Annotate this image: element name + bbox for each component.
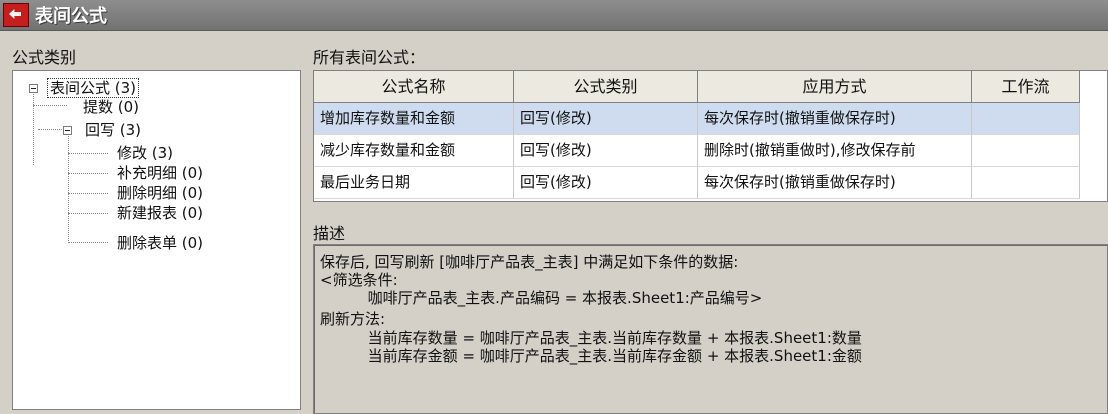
column-header-workflow[interactable]: 工作流 <box>972 71 1080 103</box>
description-line: <筛选条件: <box>320 271 398 289</box>
cell-name: 增加库存数量和金额 <box>314 103 514 135</box>
cell-category: 回写(修改) <box>514 167 698 199</box>
tree-item-writeback[interactable]: 回写 (3) <box>85 121 141 139</box>
tree-item-fetch[interactable]: 提数 (0) <box>83 98 139 116</box>
tree-item-modify[interactable]: 修改 (3) <box>117 144 173 162</box>
cell-name: 减少库存数量和金额 <box>314 135 514 167</box>
table-row[interactable]: 减少库存数量和金额 回写(修改) 删除时(撤销重做时),修改保存前 <box>314 135 1080 167</box>
column-header-name[interactable]: 公式名称 <box>314 71 514 103</box>
app-logo-icon[interactable] <box>3 3 29 27</box>
cell-workflow <box>972 135 1080 167</box>
description-label: 描述 <box>313 224 346 243</box>
collapse-toggle-root[interactable] <box>29 84 38 93</box>
cell-workflow <box>972 167 1080 199</box>
table-row[interactable]: 最后业务日期 回写(修改) 每次保存时(撤销重做保存时) <box>314 167 1080 199</box>
cell-category: 回写(修改) <box>514 103 698 135</box>
cell-workflow <box>972 103 1080 135</box>
window-title: 表间公式 <box>35 6 107 27</box>
cell-name: 最后业务日期 <box>314 167 514 199</box>
description-line: 刷新方法: <box>320 310 386 328</box>
tree-item-delete-form[interactable]: 删除表单 (0) <box>117 234 203 252</box>
cell-mode: 每次保存时(撤销重做保存时) <box>698 103 972 135</box>
cell-category: 回写(修改) <box>514 135 698 167</box>
tree-item-add-detail[interactable]: 补充明细 (0) <box>117 164 203 182</box>
tree-item-delete-detail[interactable]: 删除明细 (0) <box>117 184 203 202</box>
description-line: 保存后, 回写刷新 [咖啡厅产品表_主表] 中满足如下条件的数据: <box>320 253 739 271</box>
category-label: 公式类别 <box>12 48 77 67</box>
description-box[interactable]: 保存后, 回写刷新 [咖啡厅产品表_主表] 中满足如下条件的数据: <筛选条件:… <box>313 244 1108 414</box>
tree-item-root[interactable]: 表间公式 (3) <box>47 78 140 98</box>
title-bar: 表间公式 <box>0 0 1108 31</box>
table-header: 公式名称 公式类别 应用方式 工作流 <box>314 71 1080 103</box>
cell-mode: 删除时(撤销重做时),修改保存前 <box>698 135 972 167</box>
table-row[interactable]: 增加库存数量和金额 回写(修改) 每次保存时(撤销重做保存时) <box>314 103 1080 135</box>
category-tree[interactable]: 表间公式 (3) 提数 (0) 回写 (3) 修改 (3) 补充明细 (0) 删… <box>12 70 301 410</box>
column-header-mode[interactable]: 应用方式 <box>698 71 972 103</box>
tree-item-new-report[interactable]: 新建报表 (0) <box>117 204 203 222</box>
description-line: 当前库存数量 = 咖啡厅产品表_主表.当前库存数量 + 本报表.Sheet1:数… <box>320 329 862 347</box>
formula-table: 公式名称 公式类别 应用方式 工作流 增加库存数量和金额 回写(修改) 每次保存… <box>313 70 1108 202</box>
description-line: 咖啡厅产品表_主表.产品编码 = 本报表.Sheet1:产品编号> <box>320 289 763 307</box>
column-header-category[interactable]: 公式类别 <box>514 71 698 103</box>
formulas-label: 所有表间公式： <box>313 48 426 67</box>
description-line: 当前库存金额 = 咖啡厅产品表_主表.当前库存金额 + 本报表.Sheet1:金… <box>320 347 862 365</box>
collapse-toggle-writeback[interactable] <box>63 126 72 135</box>
cell-mode: 每次保存时(撤销重做保存时) <box>698 167 972 199</box>
